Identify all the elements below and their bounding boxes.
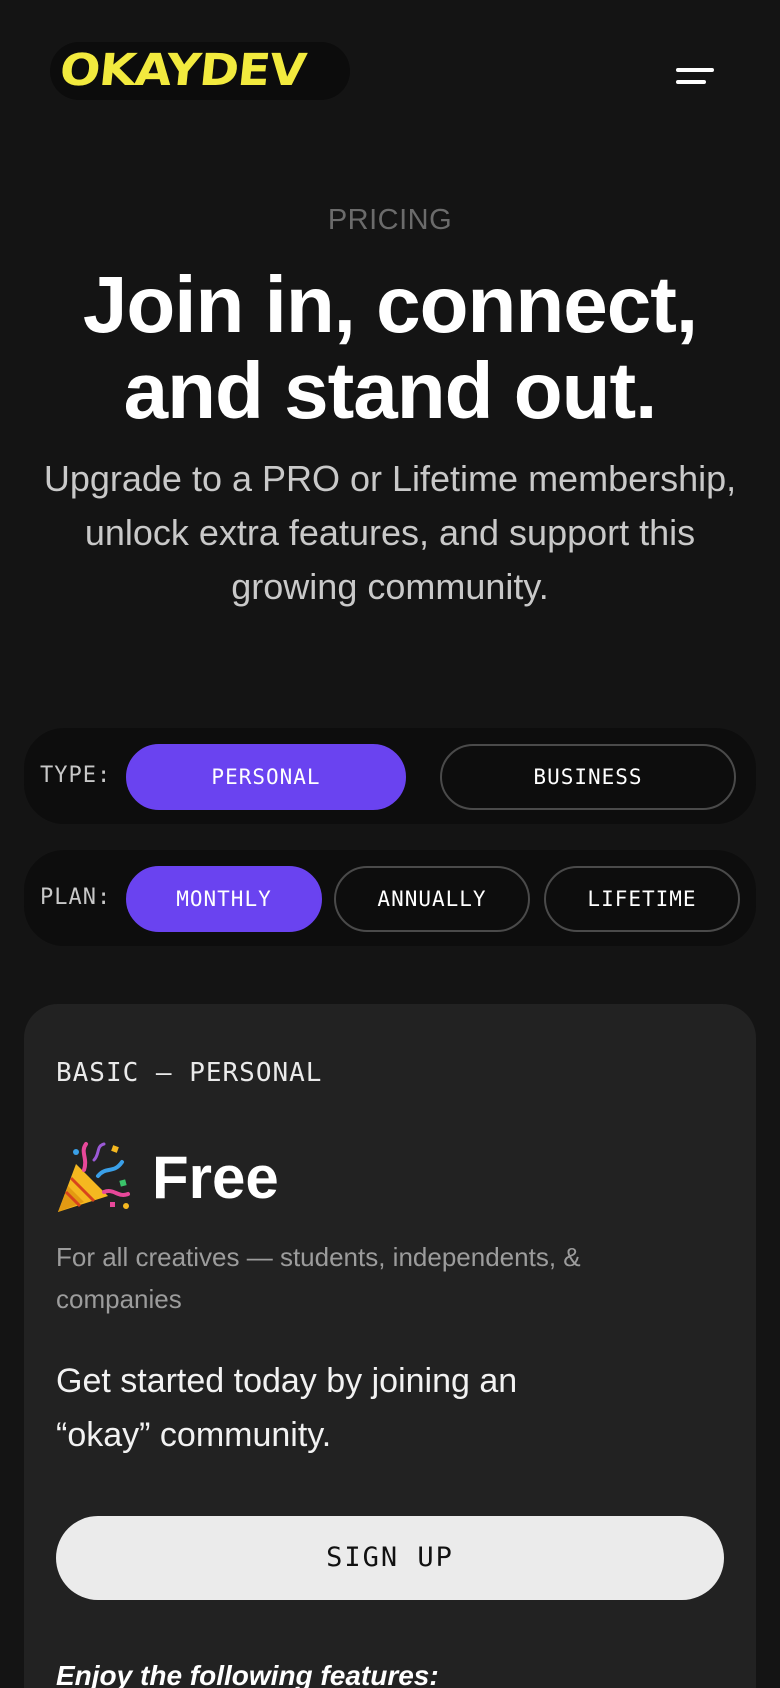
- type-option-business[interactable]: BUSINESS: [440, 744, 736, 810]
- plan-price: Free: [152, 1144, 279, 1211]
- plan-option-lifetime[interactable]: LIFETIME: [544, 866, 740, 932]
- logo-text: OKAYDEV: [57, 45, 308, 96]
- hamburger-menu-icon[interactable]: [668, 62, 718, 92]
- features-heading: Enjoy the following features:: [56, 1660, 439, 1688]
- section-eyebrow: PRICING: [327, 204, 453, 236]
- okaydev-logo[interactable]: OKAYDEV: [50, 42, 350, 100]
- page-title: Join in, connect, and stand out.: [20, 262, 760, 434]
- plan-option-annually[interactable]: ANNUALLY: [334, 866, 530, 932]
- menu-bar-bottom: [676, 80, 706, 84]
- menu-bar-top: [676, 68, 714, 72]
- plan-card-label: BASIC — PERSONAL: [56, 1058, 323, 1088]
- plan-selector-label: PLAN:: [40, 885, 112, 910]
- party-popper-icon: [58, 1142, 130, 1212]
- plan-selector: PLAN: MONTHLY ANNUALLY LIFETIME: [24, 850, 756, 946]
- plan-card: BASIC — PERSONAL Free For all creatives …: [24, 1004, 756, 1688]
- sign-up-button[interactable]: SIGN UP: [56, 1516, 724, 1600]
- page-title-line-1: Join in, connect,: [82, 260, 698, 349]
- page-title-line-2: and stand out.: [123, 346, 658, 435]
- site-header: OKAYDEV: [0, 0, 780, 150]
- type-selector-label: TYPE:: [40, 763, 112, 788]
- type-selector: TYPE: PERSONAL BUSINESS: [24, 728, 756, 824]
- type-option-personal[interactable]: PERSONAL: [126, 744, 406, 810]
- plan-option-monthly[interactable]: MONTHLY: [126, 866, 322, 932]
- page-subtitle: Upgrade to a PRO or Lifetime membership,…: [43, 458, 737, 607]
- plan-description: For all creatives — students, independen…: [56, 1242, 581, 1314]
- plan-pitch: Get started today by joining an “okay” c…: [56, 1362, 518, 1454]
